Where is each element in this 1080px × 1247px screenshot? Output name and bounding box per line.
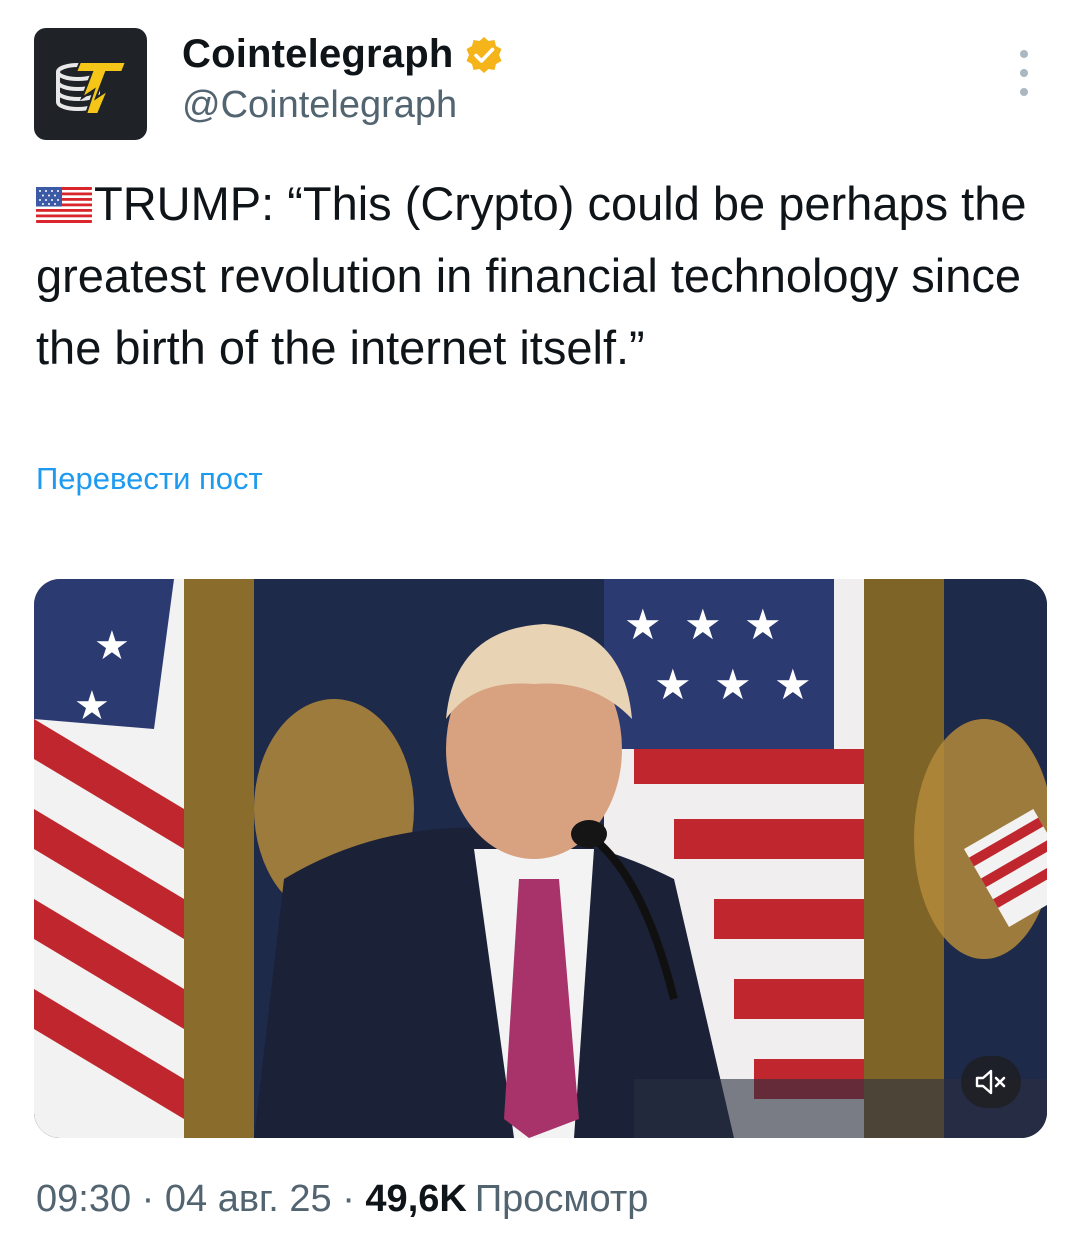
tweet-video[interactable]: ★ ★ ★ ★ ★ ★ ★ ★ <box>34 579 1047 1138</box>
video-frame: ★ ★ ★ ★ ★ ★ ★ ★ <box>34 579 1047 1138</box>
svg-text:★: ★ <box>684 600 722 649</box>
more-dot <box>1020 69 1028 77</box>
svg-text:★: ★ <box>774 660 812 709</box>
author-handle[interactable]: @Cointelegraph <box>182 84 457 127</box>
svg-text:★: ★ <box>94 623 130 669</box>
svg-text:★: ★ <box>624 600 662 649</box>
views-count[interactable]: 49,6K <box>365 1178 466 1220</box>
us-flag-icon <box>36 187 92 223</box>
more-dot <box>1020 88 1028 96</box>
more-dot <box>1020 50 1028 58</box>
author-display-name[interactable]: Cointelegraph <box>182 32 454 77</box>
translate-post-link[interactable]: Перевести пост <box>36 461 263 497</box>
meta-separator: · <box>342 1178 355 1220</box>
tweet-text: TRUMP: “This (Crypto) could be perhaps t… <box>36 168 1046 384</box>
speaker-mute-glyph <box>975 1069 1006 1095</box>
cointelegraph-logo-icon <box>56 61 128 115</box>
tweet-meta: 09:30 · 04 авг. 25 · 49,6K Просмотр <box>36 1178 648 1221</box>
verified-badge-icon <box>466 36 502 73</box>
svg-text:★: ★ <box>744 600 782 649</box>
tweet-time[interactable]: 09:30 <box>36 1178 131 1220</box>
author-name-row[interactable]: Cointelegraph <box>182 32 504 77</box>
svg-text:★: ★ <box>74 683 110 729</box>
volume-muted-icon[interactable] <box>961 1056 1021 1108</box>
svg-text:★: ★ <box>654 660 692 709</box>
meta-separator: · <box>141 1178 155 1220</box>
tweet-body: TRUMP: “This (Crypto) could be perhaps t… <box>36 177 1040 374</box>
svg-text:★: ★ <box>714 660 752 709</box>
tweet-date[interactable]: 04 авг. 25 <box>165 1178 332 1220</box>
avatar[interactable] <box>34 28 147 140</box>
views-label: Просмотр <box>474 1178 649 1220</box>
more-vertical-icon[interactable] <box>1004 50 1044 96</box>
